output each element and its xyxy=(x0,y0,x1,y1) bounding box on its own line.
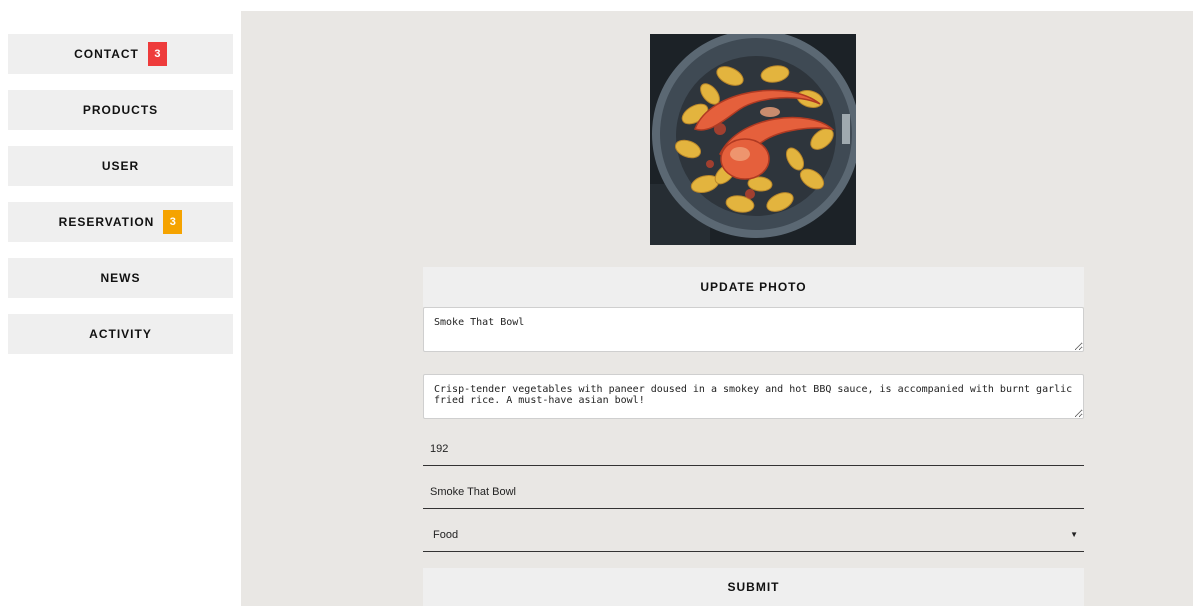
sidebar-item-label: PRODUCTS xyxy=(82,103,159,117)
submit-button[interactable]: SUBMIT xyxy=(423,568,1084,606)
sidebar-item-news[interactable]: NEWS xyxy=(8,258,233,298)
product-description-textarea[interactable]: Crisp-tender vegetables with paneer dous… xyxy=(423,374,1084,419)
product-name-textarea[interactable]: Smoke That Bowl xyxy=(423,307,1084,352)
sidebar-item-activity[interactable]: ACTIVITY xyxy=(8,314,233,354)
product-title-input[interactable] xyxy=(423,475,1084,509)
caret-down-icon: ▼ xyxy=(1070,530,1078,539)
sidebar-item-label: RESERVATION xyxy=(58,215,155,229)
category-select[interactable]: Food ▼ xyxy=(423,518,1084,552)
contact-count-badge: 3 xyxy=(147,42,167,66)
sidebar: CONTACT 3 PRODUCTS USER RESERVATION 3 NE… xyxy=(8,34,233,370)
product-photo xyxy=(650,34,856,245)
edit-product-panel: UPDATE PHOTO Smoke That Bowl Crisp-tende… xyxy=(241,11,1193,606)
sidebar-item-reservation[interactable]: RESERVATION 3 xyxy=(8,202,233,242)
sidebar-item-label: USER xyxy=(101,159,140,173)
sidebar-item-label: CONTACT xyxy=(74,47,139,61)
update-photo-button[interactable]: UPDATE PHOTO xyxy=(423,267,1084,307)
sidebar-item-label: NEWS xyxy=(100,271,141,285)
pasta-bowl-image xyxy=(650,34,856,245)
sidebar-item-user[interactable]: USER xyxy=(8,146,233,186)
sidebar-item-label: ACTIVITY xyxy=(89,327,152,341)
price-input[interactable] xyxy=(423,432,1084,466)
reservation-count-badge: 3 xyxy=(163,210,183,234)
category-selected-value: Food xyxy=(433,528,459,541)
sidebar-item-contact[interactable]: CONTACT 3 xyxy=(8,34,233,74)
sidebar-item-products[interactable]: PRODUCTS xyxy=(8,90,233,130)
